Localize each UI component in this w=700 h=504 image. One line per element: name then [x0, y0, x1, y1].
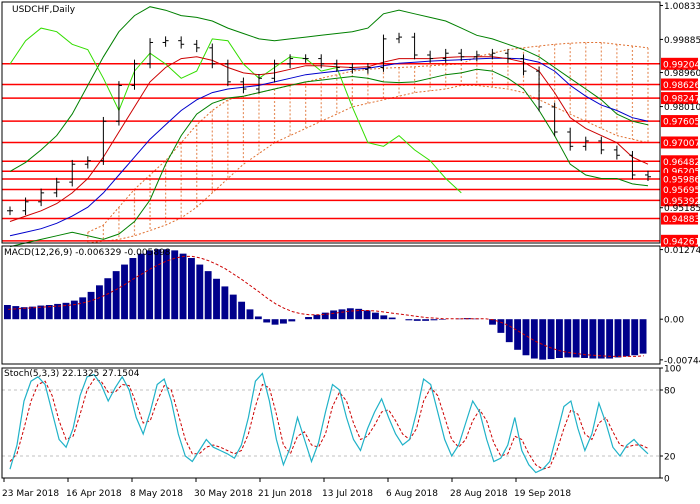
macd-histogram-bar [79, 297, 87, 320]
macd-histogram-bar [112, 271, 120, 320]
level-label: 0.94883 [663, 215, 700, 225]
macd-histogram-bar [221, 286, 229, 320]
macd-histogram-bar [597, 319, 605, 359]
macd-histogram-bar [87, 291, 95, 320]
macd-histogram-bar [430, 319, 438, 321]
stochastic-y-tick-label: 80 [664, 387, 676, 397]
macd-histogram-bar [288, 319, 296, 322]
time-tick-label: 19 Sep 2018 [514, 489, 571, 499]
macd-histogram-bar [313, 314, 321, 320]
macd-histogram-bar [263, 319, 271, 323]
price-y-tick-label: 0.95185 [664, 204, 700, 214]
time-tick-label: 13 Jul 2018 [322, 489, 373, 499]
macd-histogram-bar [589, 319, 597, 359]
time-tick-label: 16 Apr 2018 [66, 489, 122, 499]
macd-histogram-bar [372, 312, 379, 320]
time-tick-label: 30 May 2018 [194, 489, 253, 499]
macd-histogram-bar [539, 319, 547, 360]
macd-histogram-bar [4, 305, 11, 320]
macd-histogram-bar [497, 319, 505, 333]
macd-histogram-bar [422, 319, 430, 321]
macd-histogram-bar [146, 250, 154, 320]
macd-histogram-bar [388, 317, 396, 320]
stochastic-y-tick-label: 100 [664, 365, 681, 375]
macd-histogram-bar [12, 306, 20, 320]
macd-histogram-bar [204, 271, 212, 320]
macd-histogram-bar [505, 319, 513, 343]
time-tick-label: 28 Aug 2018 [450, 489, 508, 499]
macd-histogram-bar [96, 285, 103, 320]
macd-histogram-bar [556, 319, 563, 358]
macd-histogram-bar [622, 319, 630, 357]
macd-histogram-bar [330, 310, 338, 320]
macd-histogram-bar [438, 319, 446, 320]
time-tick-label: 23 Mar 2018 [2, 489, 59, 499]
macd-histogram-bar [20, 307, 28, 320]
macd-histogram-bar [179, 253, 187, 320]
macd-histogram-bar [405, 319, 413, 321]
macd-histogram-bar [305, 317, 312, 320]
macd-histogram-bar [129, 258, 137, 320]
price-y-tick-label: 0.99885 [664, 36, 700, 46]
macd-histogram-bar [154, 249, 162, 320]
price-y-tick-label: 0.98960 [664, 69, 700, 79]
macd-histogram-bar [631, 319, 639, 356]
price-y-tick-label: 1.00833 [664, 2, 700, 12]
level-label: 0.97605 [663, 118, 700, 128]
macd-histogram-bar [29, 306, 36, 320]
time-tick-label: 6 Aug 2018 [386, 489, 438, 499]
time-tick-label: 21 Jun 2018 [258, 489, 312, 499]
time-tick-label: 8 May 2018 [130, 489, 183, 499]
macd-histogram-bar [363, 310, 371, 320]
macd-histogram-bar [413, 319, 421, 321]
macd-histogram-bar [246, 309, 254, 320]
chart-root: 0.99204 0.98626 0.98247 0.97605 0.97007 0.964… [0, 0, 700, 500]
chart-canvas: 0.992040.986260.982470.976050.970070.964… [0, 0, 700, 500]
macd-histogram-bar [229, 294, 237, 320]
macd-histogram-bar [346, 308, 354, 320]
macd-histogram-bar [121, 264, 128, 320]
level-label: 0.98626 [663, 81, 700, 91]
macd-histogram-bar [238, 301, 246, 320]
level-label: 0.97007 [663, 139, 700, 149]
macd-histogram-bar [213, 278, 220, 320]
macd-histogram-bar [137, 253, 145, 320]
macd-histogram-bar [338, 309, 346, 320]
macd-histogram-bar [196, 264, 204, 320]
macd-histogram-bar [280, 319, 287, 324]
macd-y-tick-label: 0.012745 [664, 246, 700, 256]
stochastic-y-tick-label: 0 [664, 475, 670, 485]
price-title: USDCHF,Daily [12, 5, 76, 15]
macd-histogram-bar [171, 250, 179, 320]
macd-histogram-bar [514, 319, 522, 350]
macd-histogram-bar [572, 319, 580, 358]
macd-histogram-bar [380, 315, 388, 320]
macd-histogram-bar [271, 319, 279, 325]
macd-histogram-bar [614, 319, 622, 358]
macd-histogram-bar [547, 319, 555, 360]
macd-histogram-bar [606, 319, 614, 359]
price-y-tick-label: 0.98010 [664, 103, 700, 113]
stochastic-y-tick-label: 20 [664, 453, 676, 463]
macd-histogram-bar [254, 316, 262, 320]
macd-histogram-bar [188, 258, 195, 320]
macd-histogram-bar [104, 278, 112, 320]
macd-histogram-bar [70, 300, 78, 320]
macd-histogram-bar [581, 319, 588, 358]
macd-title: MACD(12,26,9) -0.006329 -0.005898 [4, 248, 171, 258]
stochastic-title: Stoch(5,3,3) 22.1325 27.1504 [4, 369, 140, 379]
macd-y-tick-label: 0.00 [664, 316, 684, 326]
macd-histogram-bar [639, 319, 647, 354]
